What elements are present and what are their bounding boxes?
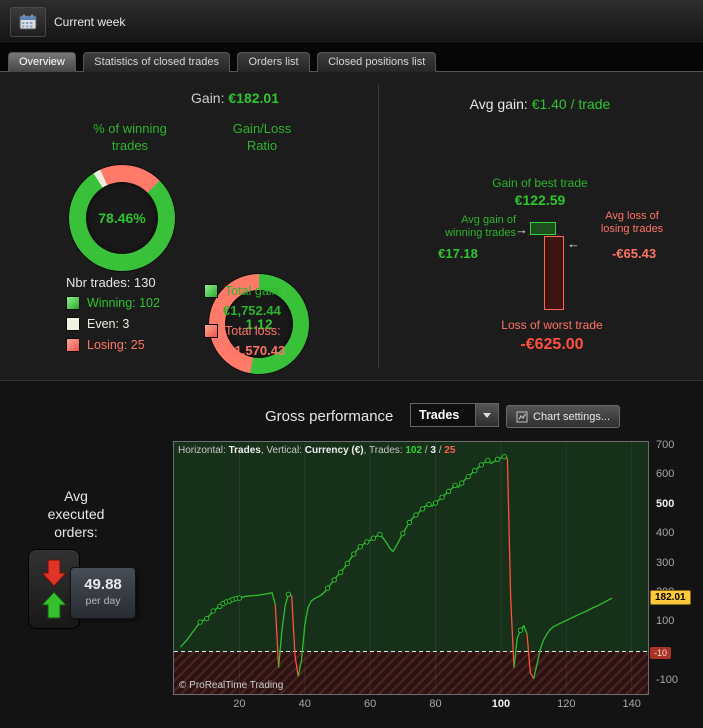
stats-panel: Gain: €182.01 % of winning trades Gain/L… <box>0 72 703 380</box>
equity-curve-plot[interactable] <box>174 442 648 694</box>
y-axis-tick: 400 <box>656 527 675 540</box>
best-trade-label: Gain of best trade <box>492 176 588 190</box>
avg-orders-value: 49.88 <box>84 576 122 593</box>
avg-loss-arrow-icon: ← <box>567 236 580 251</box>
legend-even: Even: 3 <box>66 317 129 331</box>
gain-label: Gain: <box>191 90 225 106</box>
worst-trade-value: -€625.00 <box>520 336 584 353</box>
avg-loss-label: Avg loss of losing trades <box>600 210 664 235</box>
calendar-icon <box>19 14 37 29</box>
winning-donut-title: % of winning trades <box>93 121 167 153</box>
legend-total-loss: Total loss: <box>204 324 281 338</box>
y-axis-tick: 500 <box>656 497 675 510</box>
legend-losing: Losing: 25 <box>66 338 145 352</box>
final-value-marker: 182.01 <box>650 590 691 606</box>
x-axis-tick: 20 <box>233 698 246 710</box>
tab-orders-list[interactable]: Orders list <box>237 52 310 72</box>
chart-copyright: © ProRealTime Trading <box>179 680 284 691</box>
dropdown-arrow-button[interactable] <box>476 403 499 427</box>
total-loss-swatch <box>204 324 218 338</box>
tab-overview[interactable]: Overview <box>8 52 76 72</box>
period-label: Current week <box>54 14 126 29</box>
avg-loss-value: -€65.43 <box>611 246 657 261</box>
x-axis-tick: 40 <box>298 698 311 710</box>
legend-total-gain: Total gain: <box>204 284 282 298</box>
gain-header: Gain: €182.01 <box>95 90 375 106</box>
performance-panel: Gross performance Trades Chart settings.… <box>0 380 703 728</box>
topbar: Current week <box>0 0 703 44</box>
total-gain-swatch <box>204 284 218 298</box>
avg-loss-bar <box>544 236 564 310</box>
total-loss-value: -€1,570.43 <box>223 343 286 358</box>
even-color-swatch <box>66 317 80 331</box>
x-axis-tick: 80 <box>429 698 442 710</box>
avg-gain-bar <box>530 222 556 235</box>
avg-orders-unit: per day <box>85 595 121 607</box>
x-axis: 20 40 60 80 100 120 140 <box>174 694 648 712</box>
x-axis-tick: 60 <box>363 698 377 710</box>
lower-value-marker: -10 <box>650 647 672 660</box>
trading-statistics-window: Current week Overview Statistics of clos… <box>0 0 703 728</box>
losing-color-swatch <box>66 338 80 352</box>
avg-win-value: €17.18 <box>438 246 478 261</box>
y-axis-tick: -100 <box>656 673 679 686</box>
x-axis-tick: 120 <box>557 698 576 710</box>
performance-title: Gross performance <box>265 408 394 425</box>
avg-orders-value-box: 49.88 per day <box>70 567 136 619</box>
tab-bar: Overview Statistics of closed trades Ord… <box>0 44 703 72</box>
y-axis-tick: 100 <box>656 615 675 628</box>
dropdown-selected-value[interactable]: Trades <box>410 403 476 427</box>
avg-gain-header: Avg gain: €1.40 / trade <box>390 96 690 112</box>
avg-win-arrow-icon: → <box>515 222 528 237</box>
y-axis-tick: 300 <box>656 556 675 569</box>
y-axis-tick: 600 <box>656 468 675 481</box>
chart-type-dropdown[interactable]: Trades <box>410 403 499 427</box>
chart-legend: Horizontal: Trades, Vertical: Currency (… <box>178 445 456 456</box>
gain-value: €182.01 <box>228 90 279 106</box>
ratio-donut-title: Gain/Loss Ratio <box>232 121 292 153</box>
avg-gain-label: Avg gain: <box>469 96 528 112</box>
avg-win-label: Avg gain of winning trades <box>445 214 516 239</box>
winning-color-swatch <box>66 296 80 310</box>
winning-percentage-donut: 78.46% <box>69 165 175 271</box>
nbr-trades: Nbr trades: 130 <box>66 275 156 290</box>
buy-sell-arrows-icon <box>40 559 68 619</box>
avg-gain-value: €1.40 / trade <box>531 96 611 112</box>
worst-trade-label: Loss of worst trade <box>501 318 603 332</box>
chevron-down-icon <box>483 412 491 418</box>
chart-settings-icon <box>516 411 528 422</box>
chart-settings-label: Chart settings... <box>533 410 611 423</box>
x-axis-tick: 100 <box>491 698 511 710</box>
x-axis-tick: 140 <box>622 698 641 710</box>
y-axis: 700600500400300200100-100182.01-10 <box>648 439 700 694</box>
tab-statistics-closed-trades[interactable]: Statistics of closed trades <box>83 52 231 72</box>
y-axis-tick: 700 <box>656 439 675 452</box>
total-gain-value: €1,752.44 <box>223 303 281 318</box>
chart-settings-button[interactable]: Chart settings... <box>506 405 621 428</box>
avg-orders-label: Avg executed orders: <box>47 488 105 540</box>
period-selector-button[interactable] <box>10 6 46 37</box>
tab-closed-positions-list[interactable]: Closed positions list <box>317 52 437 72</box>
gross-performance-chart[interactable]: Horizontal: Trades, Vertical: Currency (… <box>173 439 691 710</box>
winning-percentage-value: 78.46% <box>98 210 146 226</box>
best-trade-value: €122.59 <box>514 192 566 208</box>
legend-winning: Winning: 102 <box>66 296 160 310</box>
vertical-divider <box>378 84 379 368</box>
